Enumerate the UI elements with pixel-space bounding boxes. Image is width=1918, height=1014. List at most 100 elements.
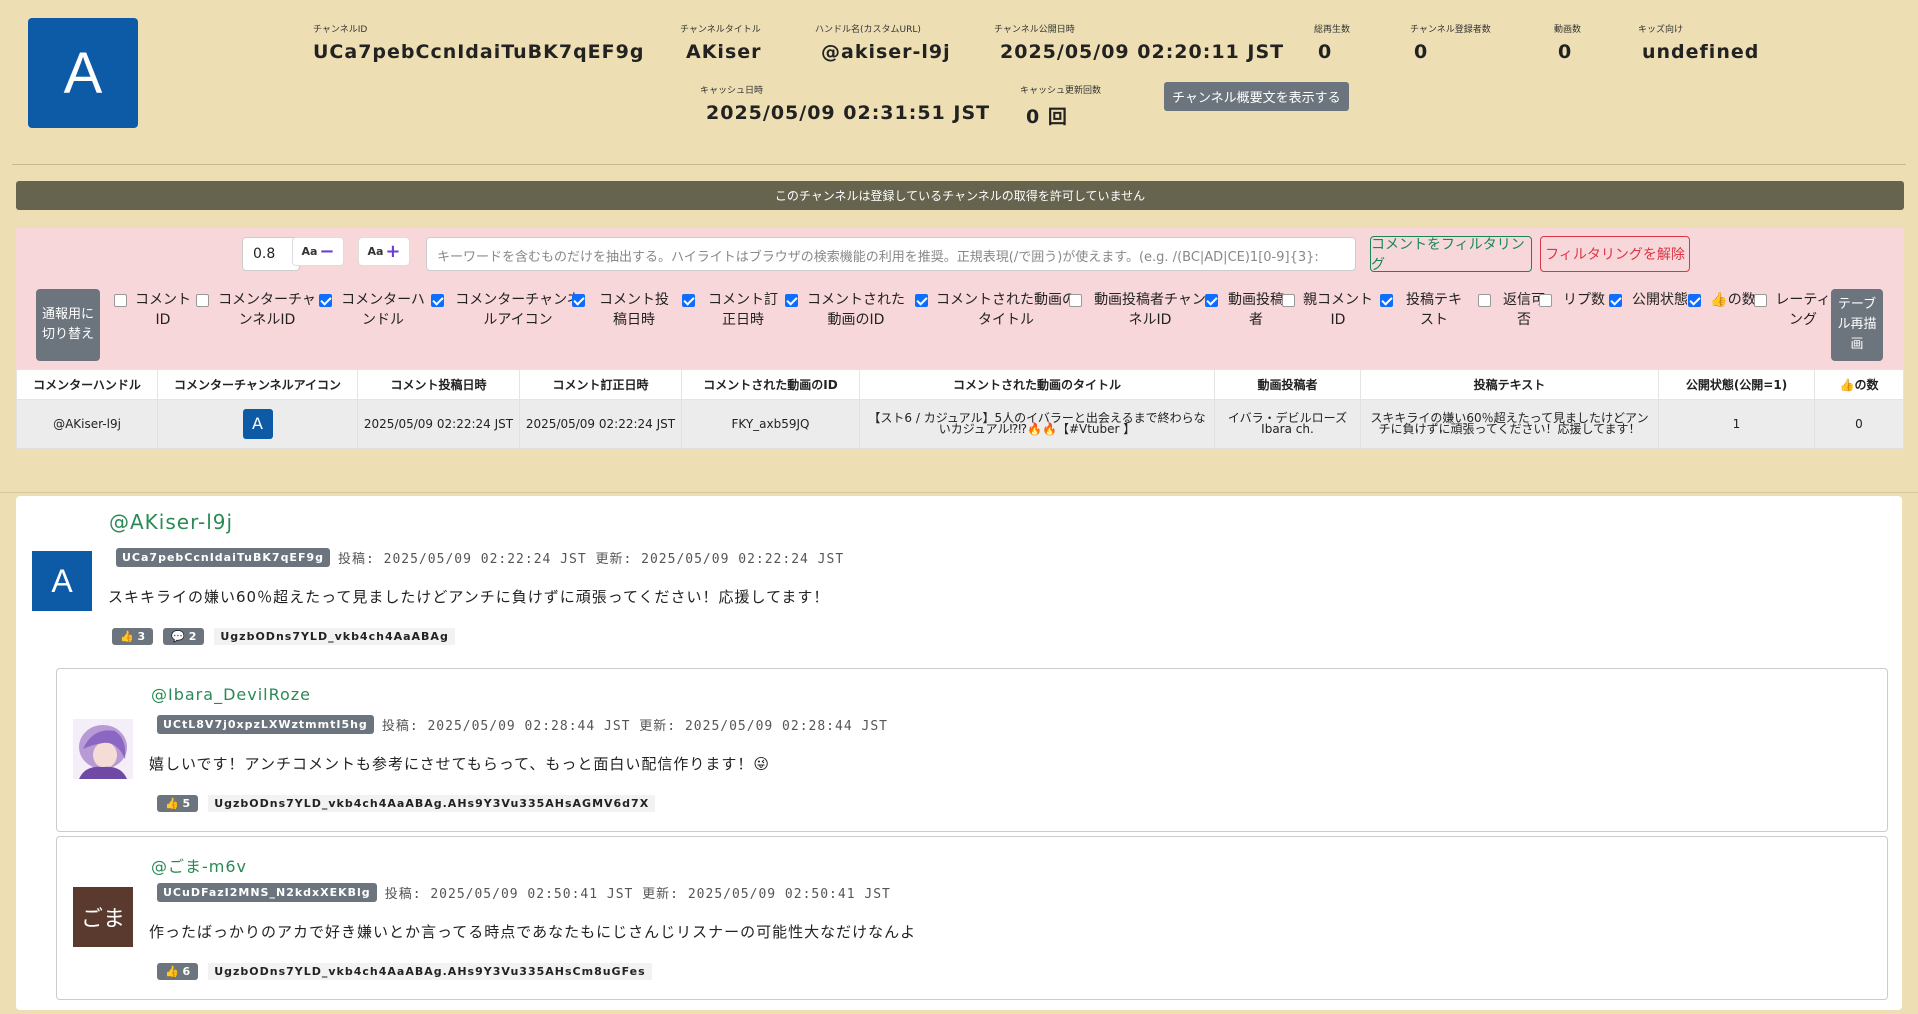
checkbox-box[interactable]: [431, 294, 444, 307]
column-toggle-checkbox[interactable]: コメント投稿日時: [572, 290, 675, 330]
like-count-badge: 👍 5: [157, 795, 199, 812]
stat-handle: ハンドル名(カスタムURL) @akiser-l9j: [815, 25, 951, 63]
comment-author-handle[interactable]: @AKiser-l9j: [109, 510, 233, 534]
column-toggle-checkbox[interactable]: 公開状態: [1609, 290, 1690, 310]
checkbox-box[interactable]: [785, 294, 798, 307]
show-description-button[interactable]: チャンネル概要文を表示する: [1164, 82, 1349, 111]
column-toggle-checkbox[interactable]: 投稿テキスト: [1380, 290, 1467, 330]
table-header-cell[interactable]: コメンターチャンネルアイコン: [157, 369, 358, 400]
checkbox-box[interactable]: [196, 294, 209, 307]
comment-thread-card: @AKiser-l9j A UCa7pebCcnIdaiTuBK7qEF9g 投…: [16, 496, 1902, 1010]
stat-published: チャンネル公開日時 2025/05/09 02:20:11 JST: [994, 25, 1285, 63]
filter-comments-button[interactable]: コメントをフィルタリング: [1370, 236, 1532, 273]
checkbox-label: コメント訂正日時: [708, 292, 778, 328]
table-header-cell[interactable]: 投稿テキスト: [1360, 369, 1659, 400]
stat-subscribers: チャンネル登録者数 0: [1410, 25, 1491, 63]
section-divider: [0, 492, 1918, 493]
table-header-cell[interactable]: コメントされた動画のタイトル: [859, 369, 1215, 400]
comment-author-avatar: A: [32, 551, 92, 611]
stat-videos: 動画数 0: [1554, 25, 1582, 63]
checkbox-box[interactable]: [1754, 294, 1767, 307]
reply-text: 作ったばっかりのアカで好き嫌いとか言ってる時点であなたもにじさんじリスナーの可能…: [149, 923, 917, 941]
channel-id-badge[interactable]: UCuDFazI2MNS_N2kdxXEKBlg: [157, 883, 377, 902]
report-mode-toggle-button[interactable]: 通報用に切り替え: [36, 289, 100, 361]
comment-footer: 👍 3 💬 2 UgzbODns7YLD_vkb4ch4AaABAg: [112, 628, 455, 645]
like-count-badge: 👍 3: [112, 628, 154, 645]
column-toggle-checkbox[interactable]: 動画投稿者チャンネルID: [1069, 290, 1210, 330]
column-toggle-checkbox[interactable]: コメントされた動画のタイトル: [915, 290, 1076, 330]
stat-channel-id: チャンネルID UCa7pebCcnIdaiTuBK7qEF9g: [313, 25, 645, 63]
checkbox-box[interactable]: [114, 294, 127, 307]
checkbox-label: コメンターチャンネルアイコン: [455, 292, 581, 328]
column-toggle-checkbox[interactable]: コメント訂正日時: [682, 290, 783, 330]
minus-icon: −: [319, 241, 335, 262]
table-row[interactable]: @AKiser-l9j A 2025/05/09 02:22:24 JST 20…: [16, 399, 1904, 449]
checkbox-box[interactable]: [1609, 294, 1622, 307]
column-toggle-checkbox[interactable]: リプ数: [1539, 290, 1608, 310]
column-toggle-checkbox[interactable]: コメントされた動画のID: [785, 290, 906, 330]
checkbox-box[interactable]: [1688, 294, 1701, 307]
column-toggle-checkbox[interactable]: コメントID: [114, 290, 191, 330]
checkbox-label: 投稿テキスト: [1406, 292, 1462, 328]
checkbox-label: コメントID: [135, 292, 191, 328]
column-toggle-checkbox[interactable]: レーティング: [1754, 290, 1831, 330]
reply-author-avatar: [73, 719, 133, 779]
reply-meta: UCtL8V7j0xpzLXWztmmtI5hg 投稿: 2025/05/09 …: [157, 715, 888, 734]
stat-channel-title: チャンネルタイトル AKiser: [680, 25, 762, 63]
table-header-cell[interactable]: コメントされた動画のID: [681, 369, 860, 400]
checkbox-label: 動画投稿者チャンネルID: [1094, 292, 1206, 328]
column-toggle-checkbox[interactable]: 親コメントID: [1282, 290, 1373, 330]
checkbox-box[interactable]: [1069, 294, 1082, 307]
table-header-cell[interactable]: コメント投稿日時: [357, 369, 520, 400]
checkbox-box[interactable]: [915, 294, 928, 307]
clear-filter-button[interactable]: フィルタリングを解除: [1540, 236, 1690, 272]
checkbox-box[interactable]: [1205, 294, 1218, 307]
table-header-cell[interactable]: 公開状態(公開=1): [1658, 369, 1815, 400]
reply-footer: 👍 5 UgzbODns7YLD_vkb4ch4AaABAg.AHs9Y3Vu3…: [157, 795, 656, 812]
zoom-out-button[interactable]: Aa −: [292, 237, 344, 266]
column-toggle-checkbox[interactable]: コメンターハンドル: [319, 290, 426, 330]
table-header-cell[interactable]: コメンターハンドル: [16, 369, 158, 400]
checkbox-box[interactable]: [1539, 294, 1552, 307]
checkbox-label: 動画投稿者: [1228, 292, 1284, 328]
stat-cache-count: キャッシュ更新回数 0 回: [1020, 86, 1102, 128]
column-toggle-checkbox[interactable]: コメンターチャンネルアイコン: [431, 290, 584, 330]
channel-id-badge[interactable]: UCtL8V7j0xpzLXWztmmtI5hg: [157, 715, 374, 734]
column-toggle-checkbox[interactable]: コメンターチャンネルID: [196, 290, 317, 330]
redraw-table-button[interactable]: テーブル再描画: [1831, 289, 1883, 361]
table-header-row: コメンターハンドル コメンターチャンネルアイコン コメント投稿日時 コメント訂正日時コ…: [16, 369, 1904, 400]
channel-id-badge[interactable]: UCa7pebCcnIdaiTuBK7qEF9g: [116, 548, 330, 567]
checkbox-box[interactable]: [1282, 294, 1295, 307]
checkbox-box[interactable]: [572, 294, 585, 307]
checkbox-label: 親コメントID: [1303, 292, 1373, 328]
checkbox-label: 👍の数: [1710, 292, 1756, 308]
column-toggle-checkbox[interactable]: 動画投稿者: [1205, 290, 1286, 330]
plus-icon: +: [385, 241, 401, 262]
checkbox-box[interactable]: [319, 294, 332, 307]
table-header-cell[interactable]: 動画投稿者: [1214, 369, 1361, 400]
reply-footer: 👍 6 UgzbODns7YLD_vkb4ch4AaABAg.AHs9Y3Vu3…: [157, 963, 652, 980]
column-toggle-checkbox[interactable]: 👍の数: [1688, 290, 1757, 310]
checkbox-label: リプ数: [1563, 292, 1605, 308]
checkbox-box[interactable]: [682, 294, 695, 307]
table-header-cell[interactable]: 👍の数: [1814, 369, 1904, 400]
stat-views: 総再生数 0: [1314, 25, 1351, 63]
comment-id: UgzbODns7YLD_vkb4ch4AaABAg.AHs9Y3Vu335AH…: [208, 795, 656, 812]
stat-cache-time: キャッシュ日時 2025/05/09 02:31:51 JST: [700, 86, 991, 124]
permission-banner: このチャンネルは登録しているチャンネルの取得を許可していません: [16, 181, 1904, 210]
reply-count-badge: 💬 2: [163, 628, 205, 645]
keyword-search-input[interactable]: キーワードを含むものだけを抽出する。ハイライトはブラウザの検索機能の利用を推奨。…: [426, 237, 1356, 271]
checkbox-box[interactable]: [1478, 294, 1491, 307]
reply-meta: UCuDFazI2MNS_N2kdxXEKBlg 投稿: 2025/05/09 …: [157, 883, 891, 902]
reply-author-handle[interactable]: @ごま-m6v: [151, 853, 247, 877]
comment-text: スキキライの嫌い60％超えたって見ましたけどアンチに負けずに頑張ってください！応…: [108, 588, 830, 606]
reply-author-handle[interactable]: @Ibara_DevilRoze: [151, 685, 311, 704]
checkbox-label: コメント投稿日時: [599, 292, 669, 328]
zoom-in-button[interactable]: Aa +: [358, 237, 410, 266]
checkbox-box[interactable]: [1380, 294, 1393, 307]
commenter-icon: A: [242, 409, 273, 439]
table-header-cell[interactable]: コメント訂正日時: [519, 369, 682, 400]
reply-author-avatar: ごま: [73, 887, 133, 947]
reply-text: 嬉しいです！アンチコメントも参考にさせてもらって、もっと面白い配信作ります！😜: [149, 755, 771, 773]
like-count-badge: 👍 6: [157, 963, 199, 980]
